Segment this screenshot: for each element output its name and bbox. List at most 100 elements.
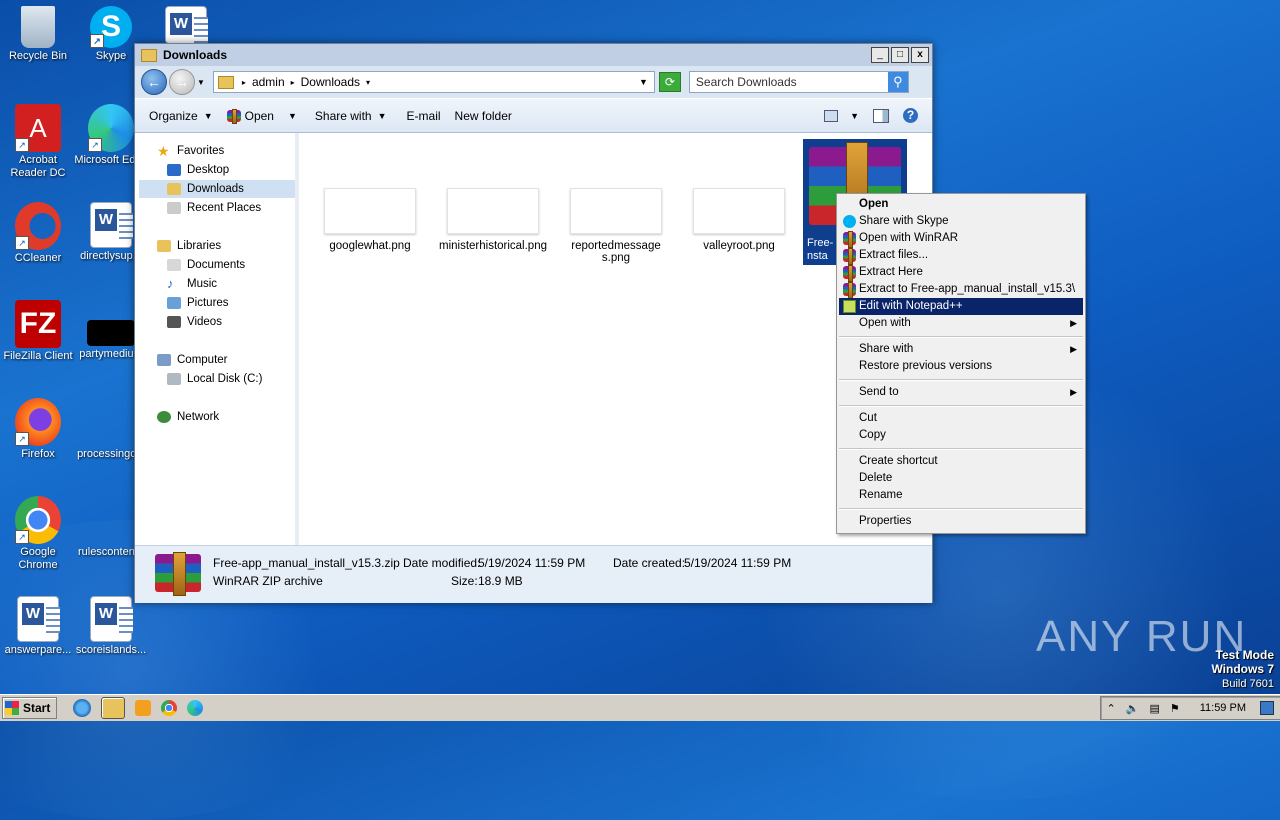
- menu-label: Rename: [859, 489, 903, 501]
- desktop-icon-recycle-bin[interactable]: Recycle Bin: [0, 6, 76, 63]
- address-dropdown-icon[interactable]: ▼: [639, 77, 648, 87]
- nav-local-disk[interactable]: Local Disk (C:): [167, 370, 262, 388]
- menu-item-send-to[interactable]: Send to ▶: [839, 384, 1083, 401]
- nav-desktop[interactable]: Desktop: [167, 161, 229, 179]
- show-desktop-icon[interactable]: [1260, 701, 1274, 715]
- nav-music[interactable]: ♪ Music: [167, 275, 217, 293]
- file-item[interactable]: valleyroot.png: [684, 188, 794, 252]
- media-player-icon[interactable]: [135, 700, 152, 716]
- menu-item-extract-to[interactable]: Extract to Free-app_manual_install_v15.3…: [839, 281, 1083, 299]
- explorer-taskbar-icon[interactable]: [101, 697, 126, 719]
- email-button[interactable]: E-mail: [407, 109, 441, 123]
- menu-item-share-with[interactable]: Share with ▶: [839, 341, 1083, 358]
- desktop-icon-firefox[interactable]: ↗ Firefox: [0, 398, 76, 461]
- close-button[interactable]: x: [911, 47, 929, 63]
- chevron-right-icon[interactable]: ▸: [242, 78, 246, 87]
- start-button[interactable]: Start: [2, 697, 58, 719]
- menu-item-cut[interactable]: Cut: [839, 410, 1083, 427]
- help-button[interactable]: ?: [903, 108, 918, 123]
- desktop-icon: [167, 164, 181, 176]
- volume-icon[interactable]: 🔈: [1126, 702, 1140, 715]
- maximize-button[interactable]: □: [891, 47, 909, 63]
- back-button[interactable]: ←: [141, 69, 167, 95]
- share-with-button[interactable]: Share with ▼: [315, 109, 387, 123]
- desktop-icon-label: Acrobat Reader DC: [10, 154, 66, 179]
- search-icon[interactable]: ⚲: [887, 72, 908, 92]
- view-options-button[interactable]: ▼: [824, 109, 859, 122]
- address-bar-row: ← → ▼ ▸ admin ▸ Downloads ▾ ▼ ⟳ Search D…: [135, 66, 932, 98]
- chrome-taskbar-icon[interactable]: [161, 700, 178, 716]
- chrome-icon: ↗: [15, 496, 61, 544]
- menu-item-extract-here[interactable]: Extract Here: [839, 264, 1083, 282]
- tray-expand-icon[interactable]: ⌃: [1107, 702, 1116, 715]
- nav-label: Desktop: [187, 164, 230, 176]
- nav-pictures[interactable]: Pictures: [167, 294, 229, 312]
- menu-item-properties[interactable]: Properties: [839, 513, 1083, 530]
- details-created-value: 5/19/2024 11:59 PM: [684, 556, 792, 570]
- menu-item-restore-previous-versions[interactable]: Restore previous versions: [839, 358, 1083, 375]
- search-box[interactable]: Search Downloads ⚲: [688, 71, 909, 93]
- clock[interactable]: 11:59 PM: [1200, 702, 1246, 714]
- breadcrumb-admin[interactable]: admin: [252, 75, 285, 89]
- menu-item-extract-files[interactable]: Extract files...: [839, 247, 1083, 265]
- file-item[interactable]: ministerhistorical.png: [438, 188, 548, 252]
- preview-pane-icon: [873, 108, 889, 123]
- recent-places-icon: [167, 202, 181, 214]
- nav-computer[interactable]: Computer: [157, 351, 228, 369]
- chevron-down-icon[interactable]: ▾: [366, 78, 370, 87]
- desktop-icon-chrome[interactable]: ↗ Google Chrome: [0, 496, 76, 572]
- flag-icon[interactable]: ⚑: [1170, 702, 1180, 715]
- search-input[interactable]: Search Downloads: [690, 75, 888, 89]
- menu-item-share-with-skype[interactable]: Share with Skype: [839, 213, 1083, 230]
- desktop-icon-acrobat[interactable]: A ↗ Acrobat Reader DC: [0, 104, 76, 180]
- organize-button[interactable]: Organize ▼: [149, 109, 213, 123]
- word-document-icon: [17, 596, 60, 642]
- refresh-button[interactable]: ⟳: [658, 72, 681, 92]
- menu-item-open[interactable]: Open: [839, 196, 1083, 213]
- forward-button[interactable]: →: [169, 69, 195, 95]
- nav-network[interactable]: Network: [157, 408, 219, 426]
- nav-videos[interactable]: Videos: [167, 313, 222, 331]
- file-item[interactable]: googlewhat.png: [315, 188, 425, 252]
- nav-downloads[interactable]: Downloads: [139, 180, 295, 198]
- desktop-icon-answerpare[interactable]: answerpare...: [0, 596, 76, 657]
- desktop-icon-scoreislands[interactable]: scoreislands...: [73, 596, 149, 657]
- file-thumbnail-icon: [87, 320, 135, 346]
- minimize-button[interactable]: _: [871, 47, 889, 63]
- menu-item-edit-with-notepadpp[interactable]: Edit with Notepad++: [839, 298, 1083, 315]
- nav-favorites[interactable]: ★ Favorites: [157, 142, 224, 160]
- internet-explorer-icon[interactable]: [73, 699, 92, 717]
- menu-label: Create shortcut: [859, 455, 938, 467]
- desktop-icon-filezilla[interactable]: FZ FileZilla Client: [0, 300, 76, 363]
- nav-label: Videos: [187, 316, 222, 328]
- recent-pages-arrow-icon[interactable]: ▼: [197, 78, 205, 87]
- menu-item-create-shortcut[interactable]: Create shortcut: [839, 453, 1083, 470]
- desktop-icon-word-doc[interactable]: [148, 6, 224, 46]
- chevron-right-icon[interactable]: ▸: [291, 78, 295, 87]
- breadcrumb-downloads[interactable]: Downloads: [301, 75, 360, 89]
- file-item[interactable]: reportedmessages.png: [561, 188, 671, 264]
- preview-pane-button[interactable]: [873, 108, 889, 123]
- organize-label: Organize: [149, 108, 198, 123]
- start-label: Start: [23, 701, 51, 715]
- file-name: googlewhat.png: [329, 240, 411, 252]
- menu-item-open-with[interactable]: Open with ▶: [839, 315, 1083, 332]
- nav-documents[interactable]: Documents: [167, 256, 245, 274]
- title-bar[interactable]: Downloads _ □ x: [135, 44, 932, 66]
- menu-item-open-with-winrar[interactable]: Open with WinRAR: [839, 230, 1083, 248]
- details-modified-value: 5/19/2024 11:59 PM: [478, 556, 586, 570]
- desktop-icon-ccleaner[interactable]: ↗ CCleaner: [0, 202, 76, 265]
- menu-item-rename[interactable]: Rename: [839, 487, 1083, 504]
- nav-recent-places[interactable]: Recent Places: [167, 199, 261, 217]
- address-box[interactable]: ▸ admin ▸ Downloads ▾ ▼: [212, 71, 655, 93]
- disk-icon: [167, 373, 181, 385]
- file-name: valleyroot.png: [703, 240, 775, 252]
- menu-item-copy[interactable]: Copy: [839, 427, 1083, 444]
- open-button[interactable]: Open ▼: [226, 109, 297, 125]
- edge-taskbar-icon[interactable]: [187, 700, 204, 716]
- new-folder-button[interactable]: New folder: [455, 109, 512, 123]
- network-tray-icon[interactable]: ▤: [1149, 702, 1159, 715]
- nav-libraries[interactable]: Libraries: [157, 237, 221, 255]
- menu-item-delete[interactable]: Delete: [839, 470, 1083, 487]
- chevron-down-icon[interactable]: ▼: [288, 111, 297, 121]
